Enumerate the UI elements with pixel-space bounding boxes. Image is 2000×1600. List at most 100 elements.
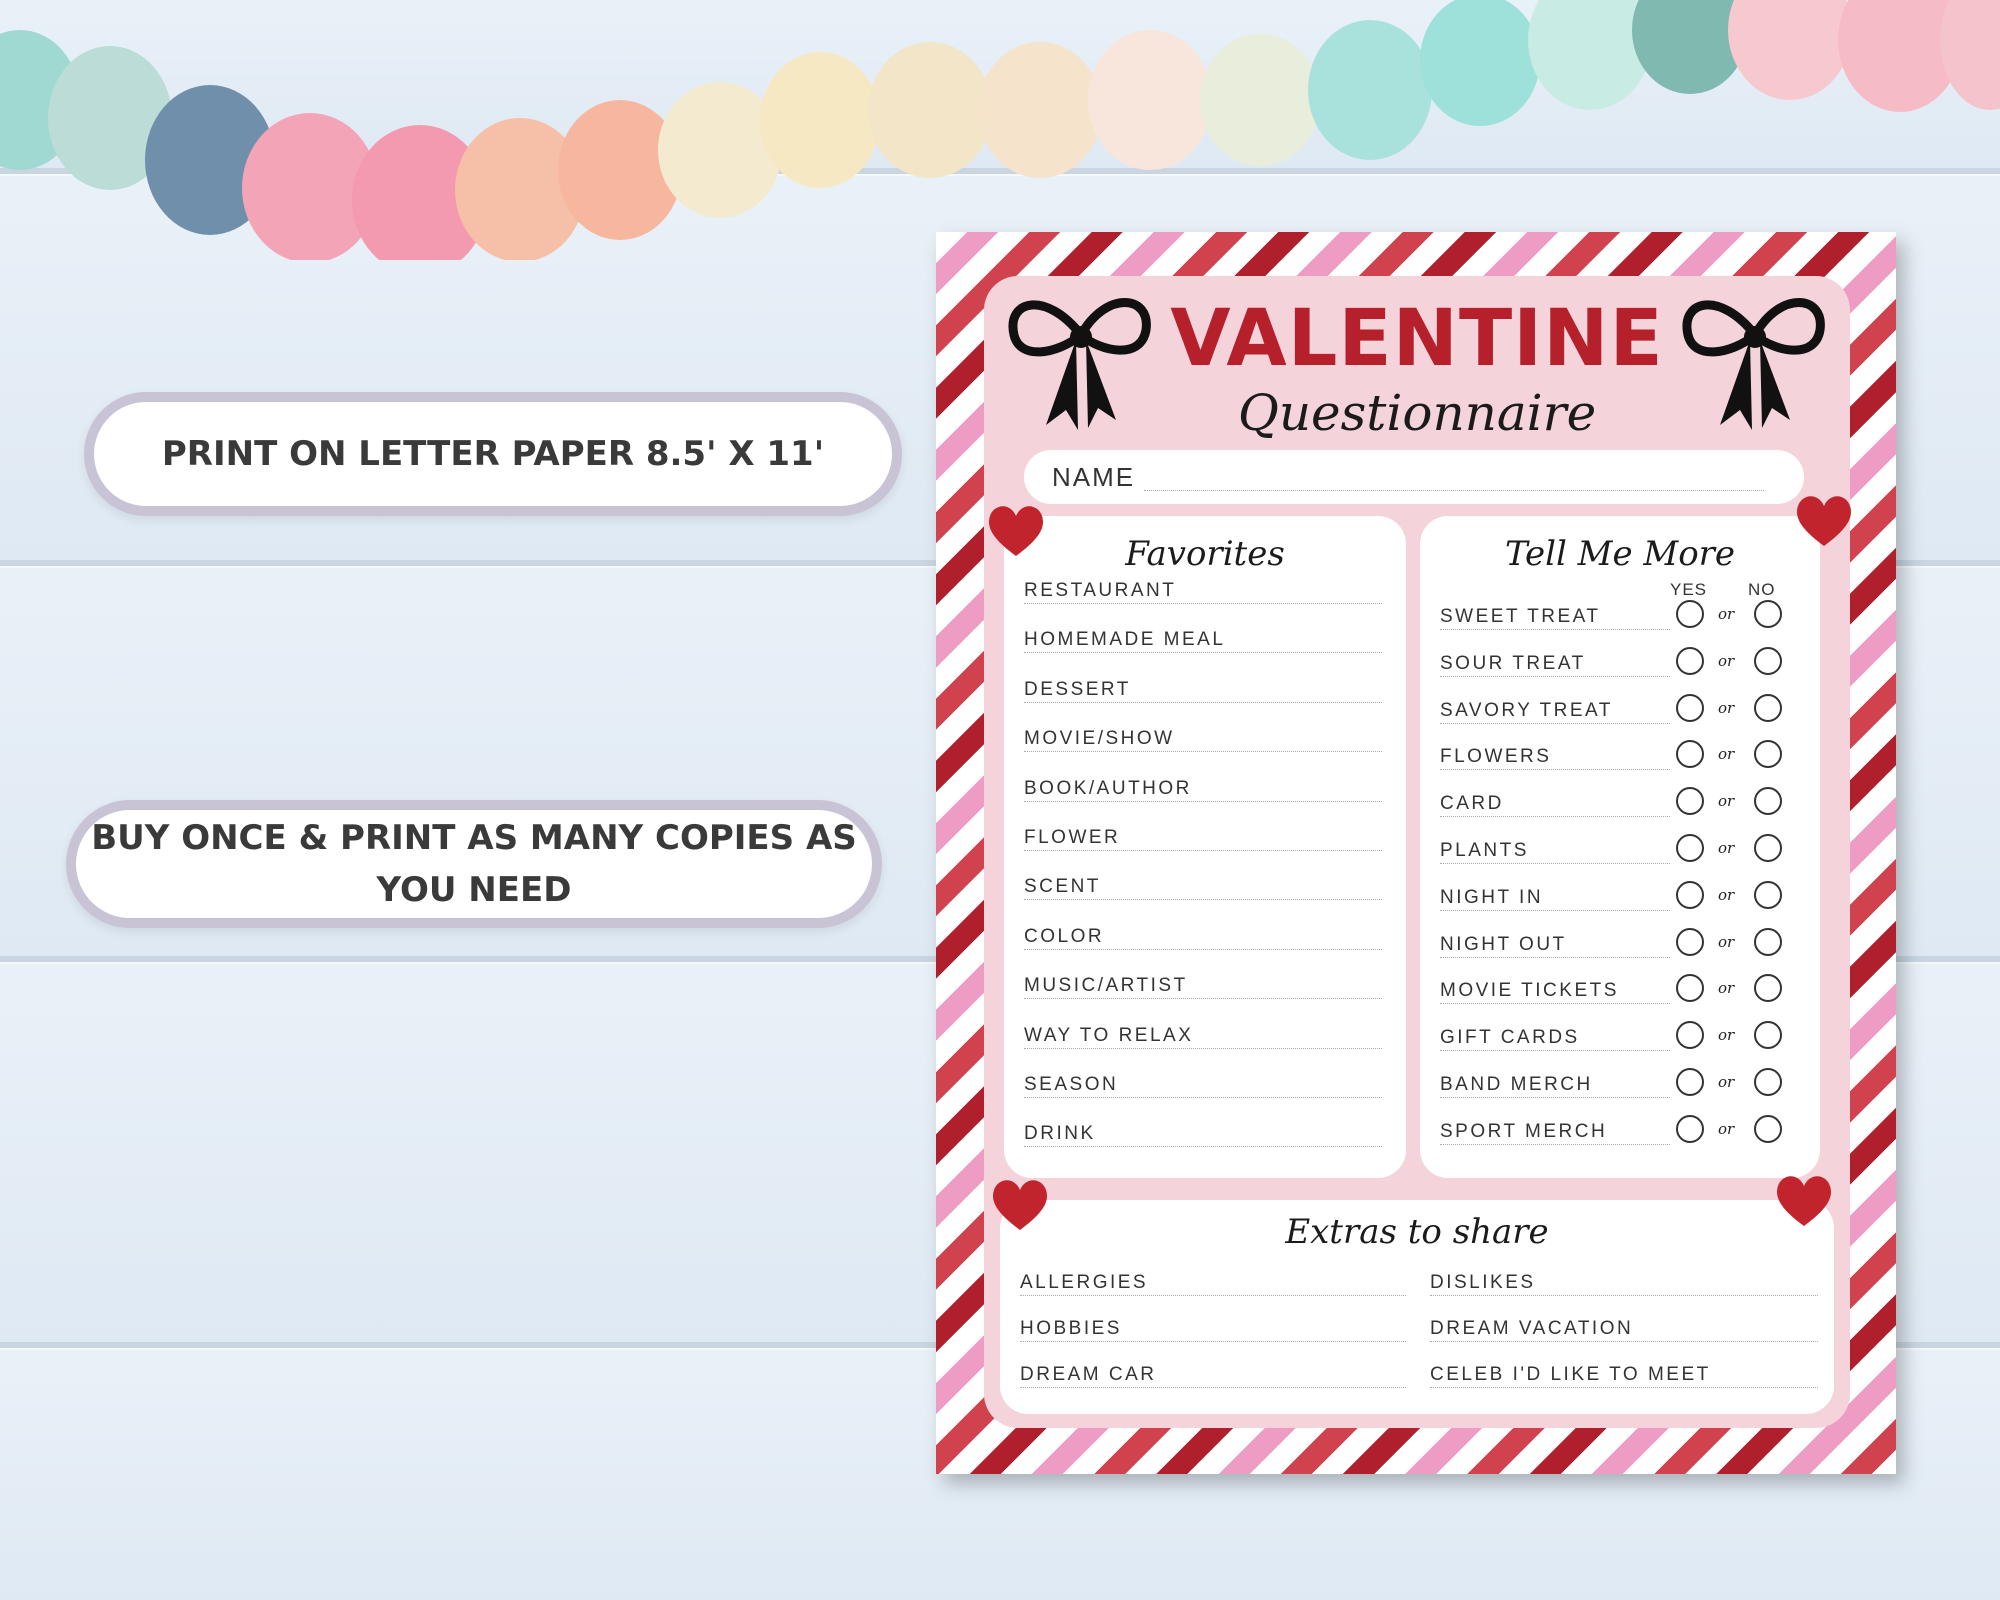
favorites-row[interactable]: DRINK bbox=[1024, 1123, 1382, 1153]
no-label: NO bbox=[1748, 580, 1776, 599]
favorites-row-label: HOMEMADE MEAL bbox=[1024, 629, 1229, 651]
extras-row[interactable]: DISLIKES bbox=[1430, 1272, 1818, 1302]
heart-icon-top-left bbox=[989, 506, 1043, 556]
heart-icon-top-right bbox=[1797, 496, 1851, 546]
tell-me-more-row: PLANTS bbox=[1440, 840, 1670, 870]
favorites-row[interactable]: MUSIC/ARTIST bbox=[1024, 975, 1382, 1005]
right-bow-icon bbox=[1682, 298, 1825, 430]
no-radio[interactable] bbox=[1754, 646, 1782, 675]
or-label: or bbox=[1718, 1073, 1735, 1091]
tell-me-more-row-label: SWEET TREAT bbox=[1440, 606, 1604, 627]
favorites-row[interactable]: DESSERT bbox=[1024, 678, 1382, 709]
or-label: or bbox=[1718, 1026, 1735, 1045]
tell-me-more-row: NIGHT IN bbox=[1440, 886, 1670, 917]
no-radio[interactable] bbox=[1754, 1114, 1782, 1143]
or-label: or bbox=[1718, 745, 1735, 764]
questionnaire-sheet: VALENTINE Questionnaire NAME Favorites R… bbox=[936, 232, 1896, 1474]
favorites-row-label: COLOR bbox=[1024, 925, 1108, 947]
no-radio[interactable] bbox=[1754, 1068, 1782, 1096]
tell-me-more-row-label: CARD bbox=[1440, 793, 1507, 815]
tell-me-more-row-label: SPORT MERCH bbox=[1440, 1120, 1611, 1142]
favorites-row[interactable]: HOMEMADE MEAL bbox=[1024, 629, 1382, 659]
print-size-text: PRINT ON LETTER PAPER 8.5' X 11' bbox=[161, 434, 825, 474]
yes-radio[interactable] bbox=[1676, 646, 1704, 675]
extras-row[interactable]: DREAM CAR bbox=[1020, 1364, 1406, 1394]
no-radio[interactable] bbox=[1754, 927, 1782, 956]
favorites-row[interactable]: SEASON bbox=[1024, 1074, 1382, 1104]
yes-radio[interactable] bbox=[1676, 974, 1704, 1003]
print-size-badge: PRINT ON LETTER PAPER 8.5' X 11' bbox=[84, 392, 902, 516]
yes-radio[interactable] bbox=[1676, 1068, 1704, 1096]
favorites-row-label: SCENT bbox=[1024, 876, 1104, 898]
favorites-row-label: FLOWER bbox=[1024, 827, 1124, 848]
yes-radio[interactable] bbox=[1676, 740, 1704, 769]
or-label: or bbox=[1718, 698, 1735, 717]
yes-radio[interactable] bbox=[1676, 693, 1704, 722]
name-field[interactable]: NAME bbox=[1024, 450, 1804, 504]
favorites-row-label: DESSERT bbox=[1024, 678, 1134, 700]
heart-icon-bottom-right bbox=[1777, 1176, 1831, 1226]
favorites-row-label: DRINK bbox=[1024, 1123, 1099, 1145]
or-label: or bbox=[1718, 885, 1735, 904]
or-label: or bbox=[1718, 839, 1735, 857]
buy-once-badge: BUY ONCE & PRINT AS MANY COPIES AS YOU N… bbox=[66, 800, 882, 928]
garland-beads bbox=[0, 0, 2000, 260]
yes-radio[interactable] bbox=[1676, 600, 1704, 628]
tell-me-more-row-label: FLOWERS bbox=[1440, 746, 1555, 768]
extras-row[interactable]: CELEB I'D LIKE TO MEET bbox=[1430, 1364, 1818, 1394]
favorites-row-label: RESTAURANT bbox=[1024, 580, 1180, 601]
yes-radio[interactable] bbox=[1676, 787, 1704, 816]
favorites-row[interactable]: FLOWER bbox=[1024, 827, 1382, 857]
favorites-row-label: MUSIC/ARTIST bbox=[1024, 975, 1191, 997]
favorites-row[interactable]: COLOR bbox=[1024, 925, 1382, 956]
tell-me-more-row: SOUR TREAT bbox=[1440, 652, 1670, 683]
tell-me-more-row-label: PLANTS bbox=[1440, 840, 1532, 861]
tell-me-more-row-label: NIGHT OUT bbox=[1440, 933, 1570, 955]
no-radio[interactable] bbox=[1754, 600, 1782, 628]
yes-radio[interactable] bbox=[1676, 834, 1704, 862]
tell-me-more-row: SWEET TREAT bbox=[1440, 606, 1670, 636]
yes-radio[interactable] bbox=[1676, 880, 1704, 909]
yes-radio[interactable] bbox=[1676, 1021, 1704, 1050]
no-radio[interactable] bbox=[1754, 740, 1782, 769]
yes-radio[interactable] bbox=[1676, 927, 1704, 956]
favorites-row[interactable]: BOOK/AUTHOR bbox=[1024, 777, 1382, 808]
pom-pom-garland bbox=[0, 0, 2000, 260]
yes-label: YES bbox=[1670, 580, 1708, 599]
no-radio[interactable] bbox=[1754, 880, 1782, 909]
favorites-row-label: BOOK/AUTHOR bbox=[1024, 777, 1195, 799]
tell-me-more-row-label: NIGHT IN bbox=[1440, 886, 1547, 908]
or-label: or bbox=[1718, 932, 1735, 951]
tell-me-more-row: BAND MERCH bbox=[1440, 1074, 1670, 1104]
extras-panel: Extras to share ALLERGIES HOBBIES DREAM CA… bbox=[1000, 1200, 1834, 1414]
tell-me-more-row: FLOWERS bbox=[1440, 746, 1670, 776]
favorites-row[interactable]: SCENT bbox=[1024, 876, 1382, 906]
favorites-title: Favorites bbox=[1125, 534, 1285, 574]
tell-me-more-row-label: BAND MERCH bbox=[1440, 1074, 1596, 1095]
extras-row-label: HOBBIES bbox=[1020, 1318, 1125, 1339]
extras-row[interactable]: DREAM VACATION bbox=[1430, 1318, 1818, 1348]
tell-me-more-row: MOVIE TICKETS bbox=[1440, 980, 1670, 1010]
favorites-row[interactable]: WAY TO RELAX bbox=[1024, 1024, 1382, 1055]
no-radio[interactable] bbox=[1754, 1021, 1782, 1050]
favorites-row[interactable]: RESTAURANT bbox=[1024, 580, 1382, 610]
no-radio[interactable] bbox=[1754, 974, 1782, 1003]
or-label: or bbox=[1718, 1119, 1735, 1138]
tell-me-more-row-label: SOUR TREAT bbox=[1440, 652, 1589, 674]
tell-me-more-row: CARD bbox=[1440, 793, 1670, 823]
tell-me-more-row-label: GIFT CARDS bbox=[1440, 1027, 1583, 1049]
extras-row[interactable]: HOBBIES bbox=[1020, 1318, 1406, 1348]
favorites-panel: Favorites RESTAURANT HOMEMADE MEAL DESSERT… bbox=[1004, 516, 1406, 1178]
tell-me-more-row: NIGHT OUT bbox=[1440, 933, 1670, 964]
no-radio[interactable] bbox=[1754, 693, 1782, 722]
no-radio[interactable] bbox=[1754, 787, 1782, 816]
tell-me-more-row: SPORT MERCH bbox=[1440, 1120, 1670, 1151]
favorites-row-label: WAY TO RELAX bbox=[1024, 1024, 1197, 1046]
yes-radio[interactable] bbox=[1676, 1114, 1704, 1143]
favorites-row[interactable]: MOVIE/SHOW bbox=[1024, 728, 1382, 758]
extras-row-label: CELEB I'D LIKE TO MEET bbox=[1430, 1364, 1714, 1385]
extras-row-label: DISLIKES bbox=[1430, 1272, 1539, 1293]
extras-row[interactable]: ALLERGIES bbox=[1020, 1272, 1406, 1302]
or-label: or bbox=[1718, 792, 1735, 811]
no-radio[interactable] bbox=[1754, 834, 1782, 862]
